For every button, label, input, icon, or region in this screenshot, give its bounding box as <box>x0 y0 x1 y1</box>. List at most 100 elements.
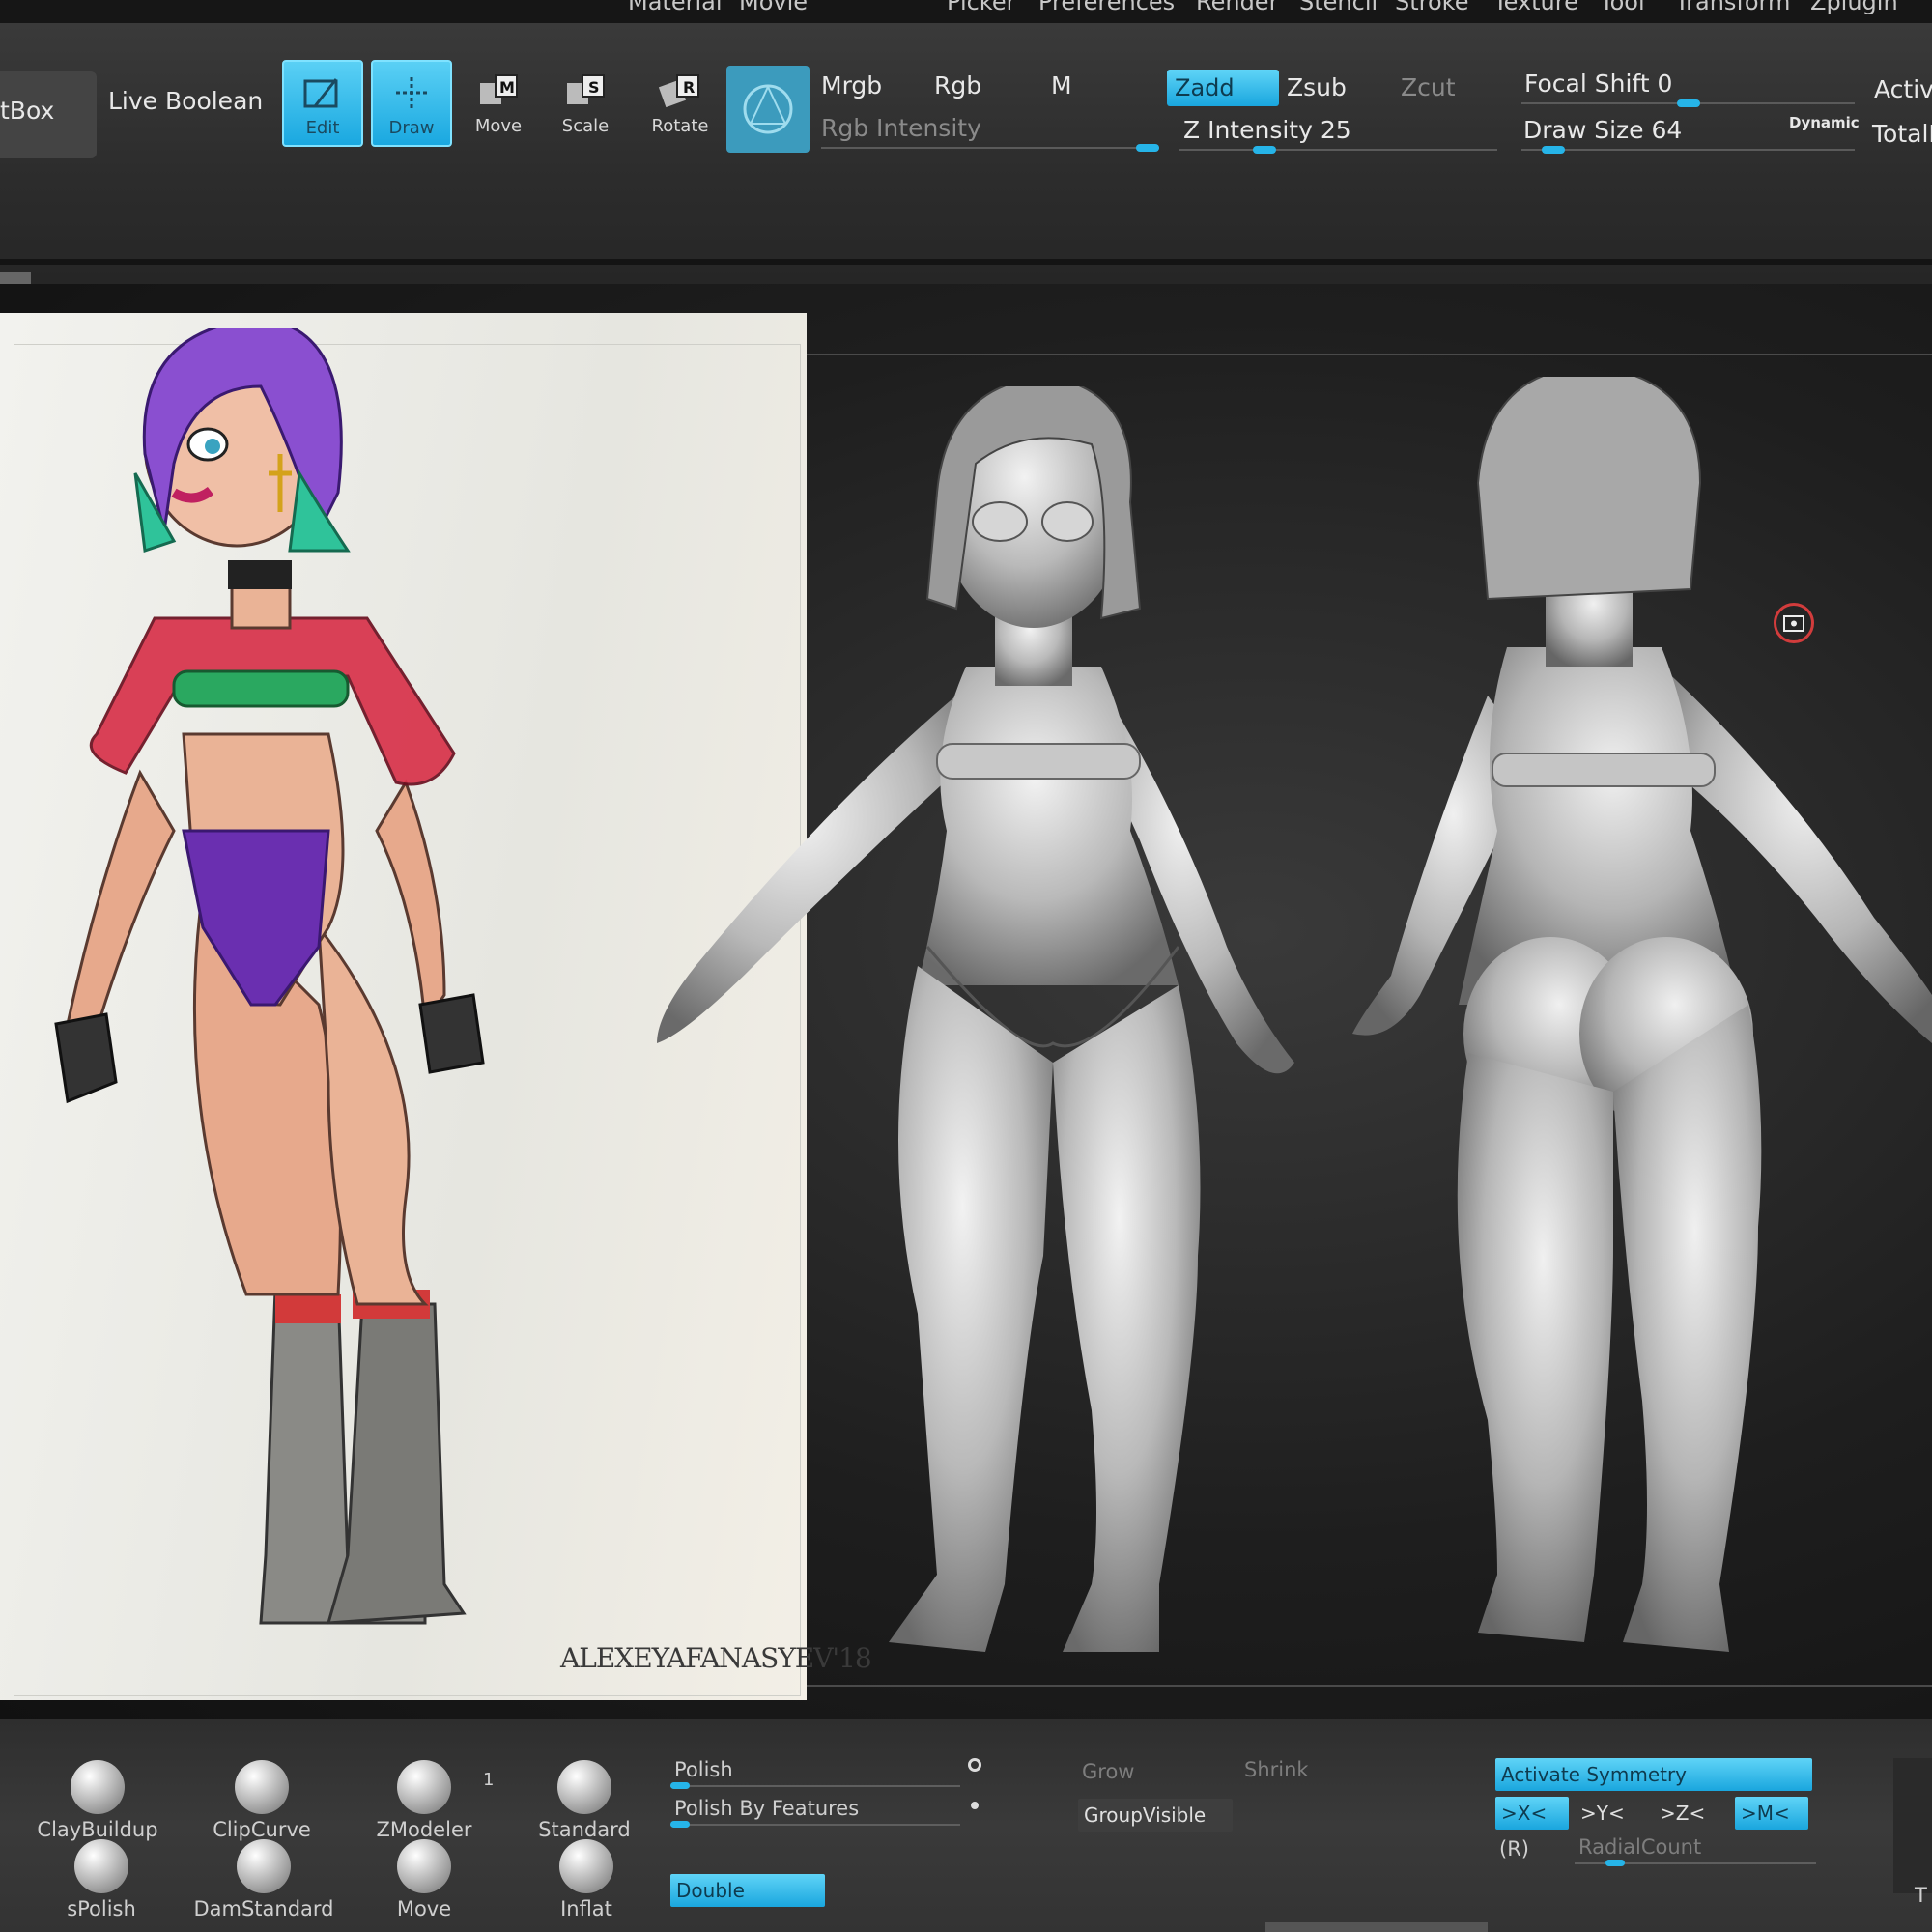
total-points-label: TotalP <box>1872 120 1932 148</box>
symmetry-y-button[interactable]: >Y< <box>1575 1797 1648 1830</box>
sculpt-model-front-view <box>657 386 1294 1652</box>
right-shelf-label: T <box>1915 1884 1927 1907</box>
activate-symmetry-label: Activate Symmetry <box>1501 1763 1688 1786</box>
polish-by-features-track[interactable] <box>670 1824 960 1826</box>
damstandard-icon <box>237 1839 291 1893</box>
menu-zplugin[interactable]: Zplugin <box>1810 0 1898 15</box>
polish-track[interactable] <box>670 1785 960 1787</box>
rgb-intensity-track[interactable] <box>821 147 1159 149</box>
clipcurve-label: ClipCurve <box>213 1818 311 1841</box>
mrgb-button[interactable]: Mrgb <box>821 71 882 99</box>
svg-text:R: R <box>683 78 695 97</box>
standard-label: Standard <box>538 1818 631 1841</box>
clipcurve-icon <box>235 1760 289 1814</box>
collapse-tab[interactable] <box>0 272 31 284</box>
brush-spolish[interactable]: sPolish <box>29 1839 174 1920</box>
rgb-intensity-slider[interactable]: Rgb Intensity <box>821 114 981 142</box>
menu-texture[interactable]: Texture <box>1493 0 1578 15</box>
menu-transform[interactable]: Transform <box>1675 0 1790 15</box>
symmetry-x-button[interactable]: >X< <box>1495 1797 1569 1830</box>
radialcount-knob[interactable] <box>1605 1860 1625 1866</box>
move-button[interactable]: M Move <box>458 60 539 147</box>
bottom-shelf: ClayBuildup ClipCurve ZModeler 1 Standar… <box>0 1719 1932 1932</box>
z-intensity-knob[interactable] <box>1252 146 1276 154</box>
move-icon: M <box>458 60 539 116</box>
concept-art-illustration <box>54 328 485 1625</box>
polish-by-features-toggle[interactable] <box>971 1802 979 1809</box>
draw-size-track[interactable] <box>1521 149 1855 151</box>
rotate-button[interactable]: R Rotate <box>639 60 721 147</box>
shrink-button[interactable]: Shrink <box>1244 1758 1309 1781</box>
z-intensity-slider[interactable]: Z Intensity 25 <box>1183 116 1351 144</box>
m-button[interactable]: M <box>1051 71 1072 99</box>
radialcount-slider[interactable]: RadialCount <box>1578 1835 1701 1859</box>
move-brush-icon <box>397 1839 451 1893</box>
menu-stencil[interactable]: Stencil <box>1299 0 1378 15</box>
edit-icon <box>284 62 361 118</box>
damstandard-label: DamStandard <box>193 1897 334 1920</box>
scale-button[interactable]: S Scale <box>545 60 626 147</box>
right-shelf-edge <box>1893 1758 1932 1893</box>
rotate-label: Rotate <box>651 116 709 136</box>
polish-by-features-slider[interactable]: Polish By Features <box>674 1797 859 1820</box>
brush-claybuildup[interactable]: ClayBuildup <box>25 1760 170 1841</box>
double-label: Double <box>676 1879 745 1902</box>
draw-button[interactable]: Draw <box>371 60 452 147</box>
draw-label: Draw <box>388 118 435 138</box>
zadd-button[interactable]: Zadd <box>1167 70 1279 106</box>
standard-icon <box>557 1760 611 1814</box>
camera-record-icon[interactable] <box>1774 603 1814 643</box>
toolbar-divider <box>0 259 1932 265</box>
menu-movie[interactable]: Movie <box>739 0 808 15</box>
focal-shift-slider[interactable]: Focal Shift 0 <box>1524 70 1672 98</box>
menu-stroke[interactable]: Stroke <box>1395 0 1468 15</box>
focal-shift-knob[interactable] <box>1676 99 1700 107</box>
menu-material[interactable]: Material <box>628 0 723 15</box>
brush-zmodeler[interactable]: ZModeler <box>352 1760 497 1841</box>
grow-button[interactable]: Grow <box>1082 1760 1134 1783</box>
draw-size-knob[interactable] <box>1541 146 1565 154</box>
brush-inflat[interactable]: Inflat <box>514 1839 659 1920</box>
draw-size-slider[interactable]: Draw Size 64 <box>1523 116 1682 144</box>
brush-standard[interactable]: Standard <box>512 1760 657 1841</box>
polish-slider[interactable]: Polish <box>674 1758 733 1781</box>
symmetry-m-button[interactable]: >M< <box>1735 1797 1808 1830</box>
inflat-icon <box>559 1839 613 1893</box>
polish-toggle[interactable] <box>968 1758 981 1772</box>
scale-icon: S <box>545 60 626 116</box>
sphere-brush-button[interactable] <box>726 66 810 153</box>
polish-by-features-knob[interactable] <box>670 1821 690 1828</box>
groupvisible-button[interactable]: GroupVisible <box>1078 1799 1233 1832</box>
menu-tool[interactable]: Tool <box>1600 0 1645 15</box>
edit-button[interactable]: Edit <box>282 60 363 147</box>
scroll-handle[interactable] <box>1265 1922 1488 1932</box>
brush-clipcurve[interactable]: ClipCurve <box>189 1760 334 1841</box>
activate-symmetry-button[interactable]: Activate Symmetry <box>1495 1758 1812 1791</box>
live-boolean-button[interactable]: Live Boolean <box>108 87 263 115</box>
zadd-label: Zadd <box>1175 74 1235 101</box>
lightbox-button[interactable]: tBox <box>0 71 97 158</box>
brush-damstandard[interactable]: DamStandard <box>191 1839 336 1920</box>
rgb-button[interactable]: Rgb <box>934 71 981 99</box>
zsub-button[interactable]: Zsub <box>1287 73 1347 101</box>
claybuildup-icon <box>71 1760 125 1814</box>
inflat-label: Inflat <box>560 1897 612 1920</box>
polish-knob[interactable] <box>670 1782 690 1789</box>
radial-toggle[interactable]: (R) <box>1499 1837 1529 1861</box>
z-intensity-track[interactable] <box>1179 149 1497 151</box>
zcut-button[interactable]: Zcut <box>1401 73 1456 101</box>
claybuildup-label: ClayBuildup <box>37 1818 158 1841</box>
rgb-intensity-knob[interactable] <box>1136 144 1159 152</box>
symmetry-m-label: >M< <box>1741 1802 1790 1825</box>
viewport-border-top <box>802 354 1932 355</box>
brush-move[interactable]: Move <box>352 1839 497 1920</box>
edit-label: Edit <box>305 118 340 138</box>
symmetry-z-button[interactable]: >Z< <box>1654 1797 1727 1830</box>
menu-preferences[interactable]: Preferences <box>1038 0 1175 15</box>
menu-picker[interactable]: Picker <box>947 0 1015 15</box>
double-button[interactable]: Double <box>670 1874 825 1907</box>
zmodeler-label: ZModeler <box>376 1818 472 1841</box>
menu-render[interactable]: Render <box>1196 0 1278 15</box>
svg-text:M: M <box>499 78 515 97</box>
dynamic-toggle[interactable]: Dynamic <box>1789 114 1860 131</box>
